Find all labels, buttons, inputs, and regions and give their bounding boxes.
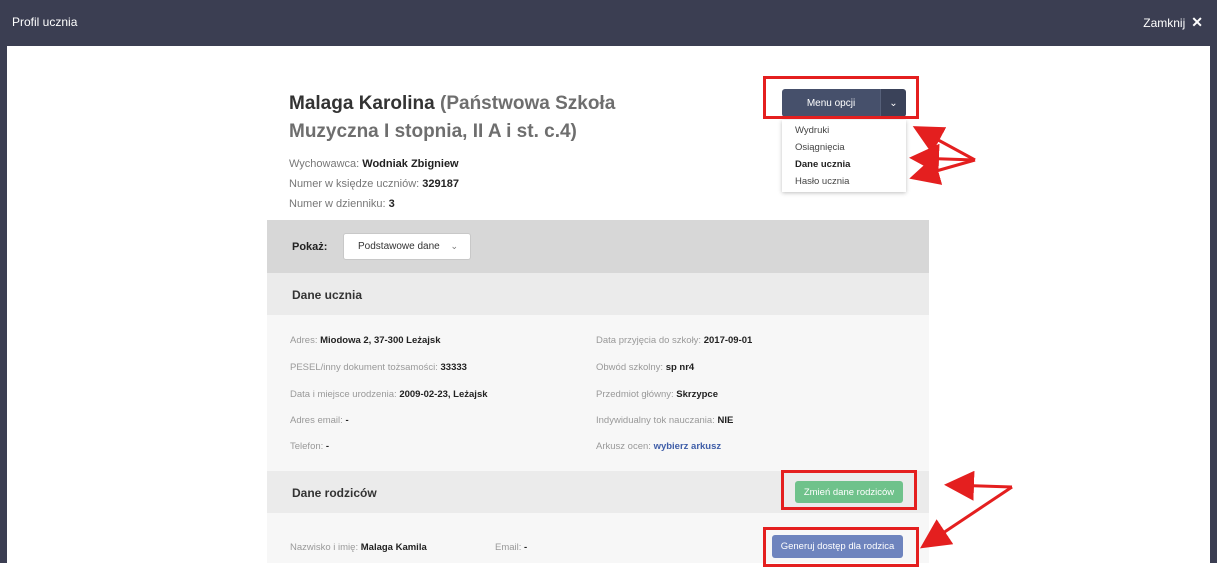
- field-value: -: [524, 542, 528, 553]
- register-label: Numer w księdze uczniów:: [289, 178, 420, 190]
- arrow-to-dropdown-top: [912, 126, 976, 162]
- menu-item-printouts[interactable]: Wydruki: [782, 122, 906, 139]
- student-data-header: Dane ucznia: [267, 273, 929, 315]
- field-label: Arkusz ocen:: [596, 441, 651, 452]
- student-header: Malaga Karolina (Państwowa Szkoła Muzycz…: [289, 90, 709, 214]
- field-value: sp nr4: [665, 362, 695, 373]
- arrow-to-student-data: [909, 143, 976, 174]
- field-parent-name: Nazwisko i imię: Malaga Kamila: [290, 542, 427, 553]
- field-email: Adres email: -: [290, 415, 349, 426]
- highlight-box-change-parents: [781, 470, 917, 510]
- close-label: Zamknij: [1143, 15, 1186, 30]
- field-individual-course: Indywidualny tok nauczania: NIE: [596, 415, 733, 426]
- field-label: Email:: [495, 542, 522, 553]
- field-label: Nazwisko i imię:: [290, 542, 359, 553]
- student-name-heading: Malaga Karolina (Państwowa Szkoła Muzycz…: [289, 90, 709, 146]
- field-address: Adres: Miodowa 2, 37-300 Leżajsk: [290, 335, 441, 346]
- choose-sheet-link[interactable]: wybierz arkusz: [654, 441, 722, 452]
- options-dropdown: Wydruki Osiągnięcia Dane ucznia Hasło uc…: [782, 120, 906, 192]
- field-admission-date: Data przyjęcia do szkoły: 2017-09-01: [596, 335, 752, 346]
- field-pesel: PESEL/inny dokument tożsamości: 33333: [290, 362, 467, 373]
- arrow-to-student-password: [909, 156, 976, 185]
- journal-row: Numer w dzienniku: 3: [289, 194, 709, 214]
- field-birth: Data i miejsce urodzenia: 2009-02-23, Le…: [290, 389, 488, 400]
- window-title: Profil ucznia: [12, 15, 78, 29]
- field-value: 33333: [440, 362, 467, 373]
- chevron-down-icon: ⌄: [450, 241, 458, 251]
- journal-label: Numer w dzienniku:: [289, 198, 386, 210]
- school-name-line2: Muzyczna I stopnia, II A i st. c.4): [289, 121, 577, 142]
- field-value: -: [345, 415, 349, 426]
- field-value: -: [325, 441, 330, 452]
- field-value: NIE: [717, 415, 734, 426]
- student-data-heading: Dane ucznia: [292, 288, 363, 302]
- field-label: PESEL/inny dokument tożsamości:: [290, 362, 438, 373]
- field-parent-email: Email: -: [495, 542, 527, 553]
- menu-item-student-data[interactable]: Dane ucznia: [782, 156, 906, 173]
- title-bar: Profil ucznia Zamknij ✕: [0, 0, 1217, 46]
- arrow-to-change-parents: [944, 470, 1013, 501]
- field-value: Skrzypce: [676, 389, 718, 400]
- filter-bar: Pokaż: Podstawowe dane ⌄: [267, 220, 929, 273]
- field-label: Adres:: [290, 335, 318, 346]
- tutor-label: Wychowawca:: [289, 158, 360, 170]
- student-meta: Wychowawca: Wodniak Zbigniew Numer w ksi…: [289, 154, 709, 214]
- tutor-value: Wodniak Zbigniew: [362, 158, 459, 170]
- field-label: Telefon:: [290, 441, 324, 452]
- filter-select[interactable]: Podstawowe dane ⌄: [343, 233, 471, 260]
- register-row: Numer w księdze uczniów: 329187: [289, 174, 709, 194]
- filter-selected-value: Podstawowe dane: [358, 241, 440, 252]
- close-button[interactable]: Zamknij ✕: [1143, 14, 1203, 31]
- field-value: 2009-02-23, Leżajsk: [399, 389, 488, 400]
- close-icon: ✕: [1191, 14, 1203, 30]
- menu-item-student-password[interactable]: Hasło ucznia: [782, 173, 906, 190]
- highlight-box-menu: [763, 76, 919, 119]
- field-main-subject: Przedmiot główny: Skrzypce: [596, 389, 718, 400]
- school-name-line1: (Państwowa Szkoła: [440, 93, 616, 114]
- tutor-row: Wychowawca: Wodniak Zbigniew: [289, 154, 709, 174]
- menu-item-achievements[interactable]: Osiągnięcia: [782, 139, 906, 156]
- filter-label: Pokaż:: [292, 241, 328, 253]
- field-label: Obwód szkolny:: [596, 362, 664, 373]
- field-label: Data przyjęcia do szkoły:: [596, 335, 702, 346]
- field-value: Miodowa 2, 37-300 Leżajsk: [320, 335, 441, 346]
- field-value: Malaga Kamila: [360, 542, 427, 553]
- student-name: Malaga Karolina: [289, 93, 435, 114]
- field-label: Adres email:: [290, 415, 343, 426]
- field-label: Indywidualny tok nauczania:: [596, 415, 715, 426]
- parents-data-heading: Dane rodziców: [292, 486, 377, 500]
- highlight-box-generate-access: [763, 527, 919, 567]
- frame-left-border: [0, 0, 7, 563]
- field-label: Data i miejsce urodzenia:: [290, 389, 397, 400]
- field-school-district: Obwód szkolny: sp nr4: [596, 362, 694, 373]
- arrow-to-generate-access: [920, 485, 1013, 549]
- frame-right-border: [1210, 0, 1217, 563]
- field-phone: Telefon: -: [290, 441, 329, 452]
- field-label: Przedmiot główny:: [596, 389, 674, 400]
- journal-value: 3: [388, 198, 395, 210]
- register-value: 329187: [422, 178, 459, 190]
- field-value: 2017-09-01: [703, 335, 753, 346]
- field-grade-sheet: Arkusz ocen: wybierz arkusz: [596, 441, 721, 452]
